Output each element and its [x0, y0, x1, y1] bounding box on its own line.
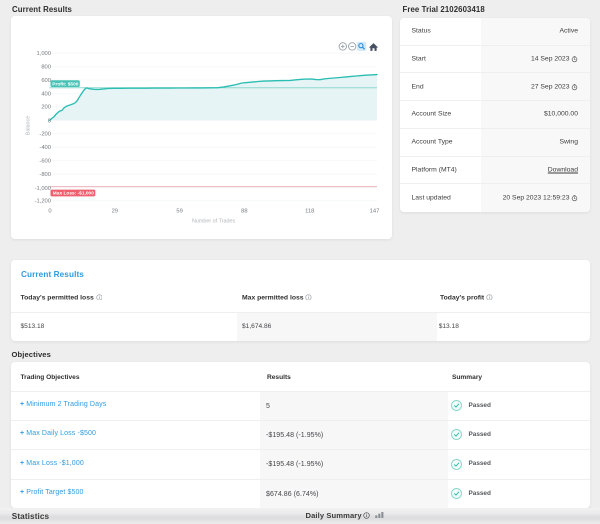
svg-text:0: 0 — [48, 118, 51, 124]
svg-text:59: 59 — [176, 209, 182, 215]
svg-text:118: 118 — [305, 209, 314, 215]
svg-text:Max Loss: -$1,000: Max Loss: -$1,000 — [53, 191, 94, 197]
svg-text:800: 800 — [41, 65, 51, 71]
svg-text:Balance: Balance — [26, 116, 32, 135]
svg-text:0: 0 — [48, 209, 51, 215]
svg-text:88: 88 — [241, 209, 247, 215]
svg-text:Profit: $500: Profit: $500 — [52, 81, 78, 87]
svg-text:29: 29 — [112, 209, 118, 215]
svg-text:400: 400 — [41, 92, 51, 98]
svg-text:-1,200: -1,200 — [35, 199, 51, 205]
svg-text:200: 200 — [41, 105, 51, 111]
svg-text:-600: -600 — [39, 159, 51, 165]
svg-text:-1,000: -1,000 — [35, 186, 51, 192]
svg-text:600: 600 — [41, 78, 51, 84]
svg-text:-400: -400 — [39, 145, 51, 151]
svg-text:-800: -800 — [39, 172, 51, 178]
svg-text:-200: -200 — [39, 132, 51, 138]
svg-text:Number of Trades: Number of Trades — [192, 218, 235, 224]
svg-text:147: 147 — [370, 209, 380, 215]
svg-text:1,000: 1,000 — [36, 51, 51, 57]
